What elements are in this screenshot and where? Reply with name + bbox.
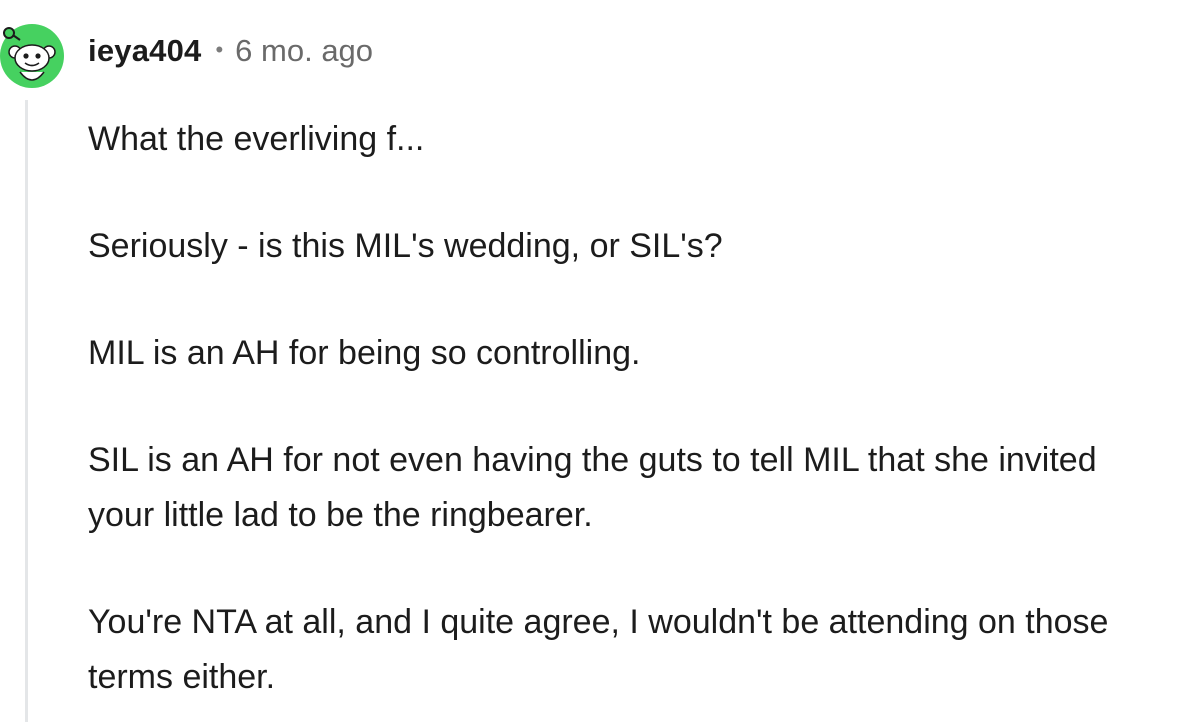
separator-dot: •: [215, 37, 224, 62]
comment-body: What the everliving f... Seriously - is …: [88, 112, 1168, 722]
comment-paragraph: MIL is an AH for being so controlling.: [88, 334, 641, 372]
comment: ieya404 • 6 mo. ago What the everliving …: [0, 0, 1177, 722]
comment-header: ieya404 • 6 mo. ago: [88, 28, 373, 74]
comment-paragraph: Seriously - is this MIL's wedding, or SI…: [88, 227, 723, 265]
timestamp-link[interactable]: 6 mo. ago: [235, 33, 373, 69]
thread-line[interactable]: [25, 100, 28, 722]
comment-paragraph: You're NTA at all, and I quite agree, I …: [88, 603, 1109, 696]
comment-paragraph: SIL is an AH for not even having the gut…: [88, 441, 1097, 534]
comment-paragraph: What the everliving f...: [88, 120, 425, 158]
username-link[interactable]: ieya404: [88, 33, 201, 69]
snoo-avatar-icon: [0, 24, 64, 88]
avatar[interactable]: [0, 14, 64, 88]
